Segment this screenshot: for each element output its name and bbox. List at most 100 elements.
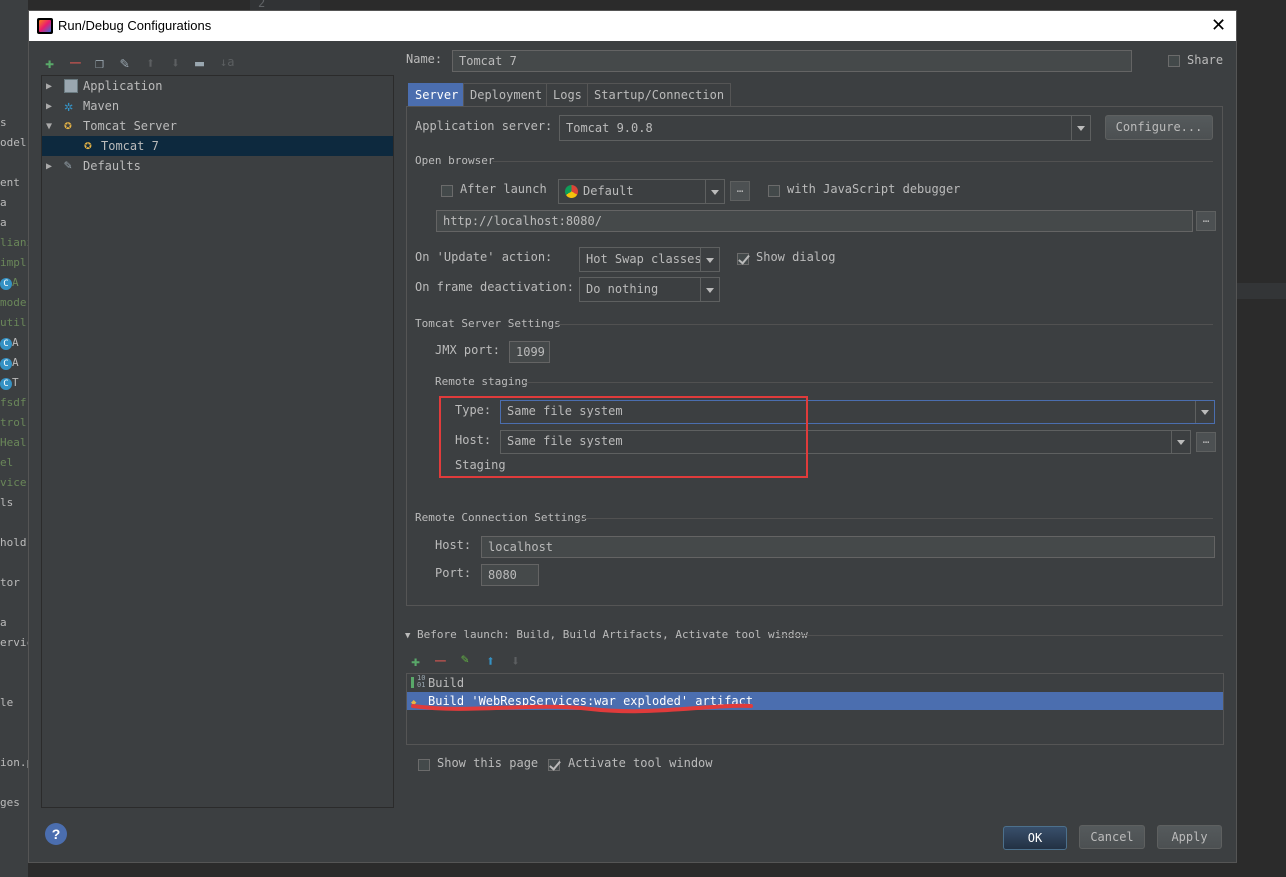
after-launch-checkbox[interactable] [441,185,453,197]
background-tree-item: Heal [0,436,27,449]
on-frame-label: On frame deactivation: [415,280,574,294]
edit-icon[interactable]: ✎ [461,652,469,667]
chevron-right-icon[interactable]: ▶ [46,157,52,177]
url-field[interactable]: http://localhost:8080/ [436,210,1193,232]
background-tree-item: a [0,616,7,629]
remote-staging-title: Remote staging [435,375,528,388]
js-debugger-checkbox[interactable] [768,185,780,197]
chevron-down-icon[interactable] [1195,401,1214,423]
annotation-underline [411,703,753,714]
arrow-down-icon[interactable]: ⬇ [511,652,520,670]
cancel-button[interactable]: Cancel [1079,825,1145,849]
minus-icon[interactable]: — [435,650,446,671]
application-icon [64,79,78,93]
on-update-value: Hot Swap classes [586,252,702,266]
close-button[interactable]: ✕ [1211,15,1226,36]
tree-item-application[interactable]: ▶ Application [42,76,393,96]
copy-icon[interactable]: ❐ [95,54,104,72]
tab-logs[interactable]: Logs [546,83,589,106]
background-tree-item: el [0,456,14,469]
minus-icon[interactable]: — [70,52,81,73]
separator [525,382,1213,383]
before-launch-list: 10 01 Build ◆ Build 'WebRespServices:war … [406,673,1224,745]
tab-startup-connection[interactable]: Startup/Connection [587,83,732,106]
background-tree-item: trol [0,416,27,429]
share-checkbox[interactable] [1168,55,1180,67]
before-launch-title[interactable]: ▼ Before launch: Build, Build Artifacts,… [405,628,808,641]
app-server-select[interactable]: Tomcat 9.0.8 [559,115,1091,141]
dialog-title: Run/Debug Configurations [58,18,212,33]
build-icon [411,677,414,688]
tab-deployment[interactable]: Deployment [463,83,550,106]
apply-button[interactable]: Apply [1157,825,1222,849]
chevron-down-icon[interactable] [700,248,719,271]
on-frame-select[interactable]: Do nothing [579,277,720,302]
tree-item-tomcat-7[interactable]: ✪ Tomcat 7 [42,136,393,156]
activate-tool-checkbox[interactable] [548,759,560,771]
tree-item-tomcat-server[interactable]: ▼ ✪ Tomcat Server [42,116,393,136]
browser-select[interactable]: Default [558,179,725,204]
sort-icon[interactable]: ↓a [220,55,234,69]
background-tree-item: mode [0,296,27,309]
chevron-down-icon[interactable] [1171,431,1190,453]
rc-host-field[interactable]: localhost [481,536,1215,558]
plus-icon[interactable]: ✚ [411,652,420,670]
tree-item-label: Maven [83,99,120,113]
wrench-icon[interactable]: ✎ [120,54,129,72]
arrow-down-icon[interactable]: ⬇ [171,54,180,72]
jmx-port-field[interactable]: 1099 [509,341,550,363]
on-update-select[interactable]: Hot Swap classes [579,247,720,272]
background-tree-item: a [0,196,7,209]
tree-item-maven[interactable]: ▶ ✲ Maven [42,96,393,116]
folder-icon[interactable]: ▬ [195,54,204,72]
separator [777,635,1223,636]
chevron-down-icon[interactable]: ▼ [46,117,52,137]
name-field[interactable]: Tomcat 7 [452,50,1132,72]
title-bar: Run/Debug Configurations ✕ [29,11,1236,41]
js-debugger-label: with JavaScript debugger [787,182,961,196]
tab-server[interactable]: Server [408,83,466,106]
background-tree-item: lianz [0,236,28,249]
browser-more-button[interactable]: … [730,181,750,201]
rc-port-field[interactable]: 8080 [481,564,539,586]
chevron-down-icon[interactable]: ▼ [405,631,410,641]
run-debug-dialog: Run/Debug Configurations ✕ ✚ — ❐ ✎ ⬆ ⬇ ▬… [28,10,1237,863]
chevron-down-icon[interactable] [700,278,719,301]
arrow-up-icon[interactable]: ⬆ [486,652,495,670]
list-item[interactable]: 10 01 Build [407,674,1223,692]
chrome-icon [565,185,578,198]
background-tree-item: s [0,116,7,129]
browser-value: Default [583,184,634,198]
url-more-button[interactable]: … [1196,211,1216,231]
class-icon: C [0,378,12,390]
background-tree-item: util [0,316,27,329]
chevron-down-icon[interactable] [705,180,724,203]
plus-icon[interactable]: ✚ [45,54,54,72]
help-button[interactable]: ? [45,823,67,845]
background-tree-item: le [0,696,14,709]
jmx-port-label: JMX port: [435,343,501,357]
show-dialog-checkbox[interactable] [737,253,749,265]
on-frame-value: Do nothing [586,282,659,296]
rc-host-label: Host: [435,538,472,552]
chevron-down-icon[interactable] [1071,116,1090,140]
wrench-icon: ✎ [64,158,72,173]
separator [555,324,1213,325]
tomcat-icon: ✪ [84,138,92,153]
chevron-right-icon[interactable]: ▶ [46,77,52,97]
tree-item-label: Tomcat 7 [101,139,159,153]
arrow-up-icon[interactable]: ⬆ [146,54,155,72]
host-more-button[interactable]: … [1196,432,1216,452]
activate-tool-label: Activate tool window [568,756,713,770]
tree-item-label: Defaults [83,159,141,173]
configure-button[interactable]: Configure... [1105,115,1213,140]
background-tree-item: vice [0,476,27,489]
ok-button[interactable]: OK [1003,826,1067,850]
chevron-right-icon[interactable]: ▶ [46,97,52,117]
background-tree-item: CT [0,376,19,390]
remote-connection-title: Remote Connection Settings [415,511,588,524]
tree-item-label: Tomcat Server [83,119,177,133]
editor-highlight-line [1236,283,1286,299]
tree-item-defaults[interactable]: ▶ ✎ Defaults [42,156,393,176]
show-page-checkbox[interactable] [418,759,430,771]
